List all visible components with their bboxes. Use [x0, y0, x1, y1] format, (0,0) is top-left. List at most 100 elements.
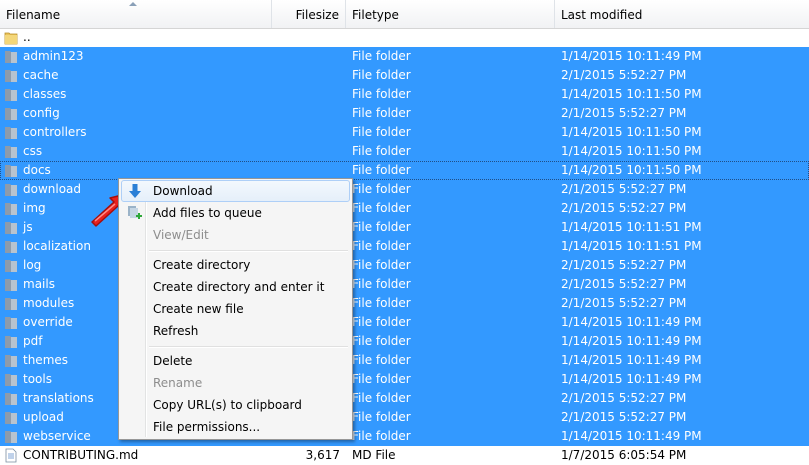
- folder-icon: [5, 165, 17, 177]
- file-icon: [5, 448, 17, 463]
- column-header-filetype[interactable]: Filetype: [346, 0, 555, 28]
- row-filename: pdf: [23, 334, 43, 348]
- row-filetype: File folder: [352, 125, 411, 139]
- folder-icon: [5, 412, 17, 424]
- row-filetype: File folder: [352, 220, 411, 234]
- folder-icon: [4, 32, 18, 45]
- folder-icon: [5, 51, 17, 63]
- row-filename: img: [23, 201, 46, 215]
- row-last-modified: 1/14/2015 10:11:49 PM: [561, 429, 702, 443]
- column-header-filename[interactable]: Filename: [0, 0, 272, 28]
- row-filetype: File folder: [352, 334, 411, 348]
- row-filename: CONTRIBUTING.md: [23, 448, 139, 462]
- row-filesize: 3,617: [305, 448, 340, 462]
- row-filetype: MD File: [352, 448, 396, 462]
- row-filename: override: [23, 315, 73, 329]
- row-filename: translations: [23, 391, 94, 405]
- row-last-modified: 2/1/2015 5:52:27 PM: [561, 258, 687, 272]
- row-last-modified: 1/14/2015 10:11:49 PM: [561, 372, 702, 386]
- row-filetype: File folder: [352, 87, 411, 101]
- folder-icon: [5, 146, 17, 158]
- folder-row[interactable]: cache File folder 2/1/2015 5:52:27 PM: [0, 66, 809, 85]
- row-last-modified: 2/1/2015 5:52:27 PM: [561, 182, 687, 196]
- row-filename: modules: [23, 296, 75, 310]
- row-filename: themes: [23, 353, 69, 367]
- row-last-modified: 1/14/2015 10:11:50 PM: [561, 144, 702, 158]
- folder-row[interactable]: classes File folder 1/14/2015 10:11:50 PM: [0, 85, 809, 104]
- column-header-last-modified[interactable]: Last modified: [555, 0, 809, 28]
- menu-item-create-directory-and-enter[interactable]: Create directory and enter it: [121, 276, 350, 298]
- row-filename: js: [23, 220, 33, 234]
- menu-item-create-directory[interactable]: Create directory: [121, 254, 350, 276]
- row-last-modified: 2/1/2015 5:52:27 PM: [561, 277, 687, 291]
- menu-item-file-permissions[interactable]: File permissions...: [121, 416, 350, 438]
- row-filetype: File folder: [352, 391, 411, 405]
- row-last-modified: 1/14/2015 10:11:51 PM: [561, 220, 702, 234]
- row-filetype: File folder: [352, 315, 411, 329]
- menu-item-delete[interactable]: Delete: [121, 350, 350, 372]
- row-last-modified: 1/14/2015 10:11:49 PM: [561, 334, 702, 348]
- folder-icon: [5, 317, 17, 329]
- row-filetype: File folder: [352, 239, 411, 253]
- folder-icon: [5, 260, 17, 272]
- folder-icon: [5, 203, 17, 215]
- row-filetype: File folder: [352, 258, 411, 272]
- context-menu: Download Add files to queue View/Edit Cr…: [118, 178, 353, 440]
- menu-item-download[interactable]: Download: [121, 180, 350, 202]
- row-filename: download: [23, 182, 82, 196]
- row-last-modified: 1/14/2015 10:11:49 PM: [561, 49, 702, 63]
- folder-icon: [5, 374, 17, 386]
- add-to-queue-icon: [128, 206, 142, 219]
- row-last-modified: 2/1/2015 5:52:27 PM: [561, 201, 687, 215]
- folder-row[interactable]: admin123 File folder 1/14/2015 10:11:49 PM: [0, 47, 809, 66]
- download-arrow-icon: [129, 184, 141, 198]
- folder-icon: [5, 298, 17, 310]
- menu-separator: [149, 250, 348, 252]
- row-filetype: File folder: [352, 296, 411, 310]
- folder-icon: [5, 355, 17, 367]
- column-header-filesize[interactable]: Filesize: [272, 0, 346, 28]
- row-filename: controllers: [23, 125, 87, 139]
- row-last-modified: 2/1/2015 5:52:27 PM: [561, 296, 687, 310]
- row-filetype: File folder: [352, 182, 411, 196]
- row-filename: localization: [23, 239, 91, 253]
- row-filename: classes: [23, 87, 67, 101]
- menu-item-refresh[interactable]: Refresh: [121, 320, 350, 342]
- row-last-modified: 1/7/2015 6:05:54 PM: [561, 448, 687, 462]
- parent-directory-row[interactable]: ..: [0, 28, 809, 47]
- file-row[interactable]: CONTRIBUTING.md 3,617 MD File 1/7/2015 6:05…: [0, 446, 809, 465]
- folder-icon: [5, 393, 17, 405]
- folder-icon: [5, 184, 17, 196]
- folder-icon: [5, 336, 17, 348]
- folder-row[interactable]: controllers File folder 1/14/2015 10:11:50…: [0, 123, 809, 142]
- menu-separator: [149, 346, 348, 348]
- folder-row[interactable]: config File folder 2/1/2015 5:52:27 PM: [0, 104, 809, 123]
- folder-icon: [5, 279, 17, 291]
- row-last-modified: 2/1/2015 5:52:27 PM: [561, 391, 687, 405]
- row-last-modified: 2/1/2015 5:52:27 PM: [561, 410, 687, 424]
- row-last-modified: 1/14/2015 10:11:51 PM: [561, 239, 702, 253]
- row-filename: admin123: [23, 49, 84, 63]
- row-filename: mails: [23, 277, 55, 291]
- parent-directory-label: ..: [23, 30, 31, 44]
- row-filename: log: [23, 258, 42, 272]
- folder-icon: [5, 222, 17, 234]
- menu-item-rename: Rename: [153, 376, 203, 390]
- folder-row[interactable]: css File folder 1/14/2015 10:11:50 PM: [0, 142, 809, 161]
- row-filetype: File folder: [352, 353, 411, 367]
- folder-icon: [5, 70, 17, 82]
- row-filetype: File folder: [352, 49, 411, 63]
- row-filename: webservice: [23, 429, 91, 443]
- row-last-modified: 2/1/2015 5:52:27 PM: [561, 68, 687, 82]
- row-last-modified: 2/1/2015 5:52:27 PM: [561, 106, 687, 120]
- folder-icon: [5, 127, 17, 139]
- menu-item-copy-url[interactable]: Copy URL(s) to clipboard: [121, 394, 350, 416]
- row-filename: docs: [23, 163, 51, 177]
- row-filetype: File folder: [352, 144, 411, 158]
- menu-item-add-files-to-queue[interactable]: Add files to queue: [121, 202, 350, 224]
- sort-ascending-icon: [129, 2, 137, 6]
- row-filename: css: [23, 144, 43, 158]
- folder-icon: [5, 241, 17, 253]
- menu-item-create-new-file[interactable]: Create new file: [121, 298, 350, 320]
- row-filetype: File folder: [352, 106, 411, 120]
